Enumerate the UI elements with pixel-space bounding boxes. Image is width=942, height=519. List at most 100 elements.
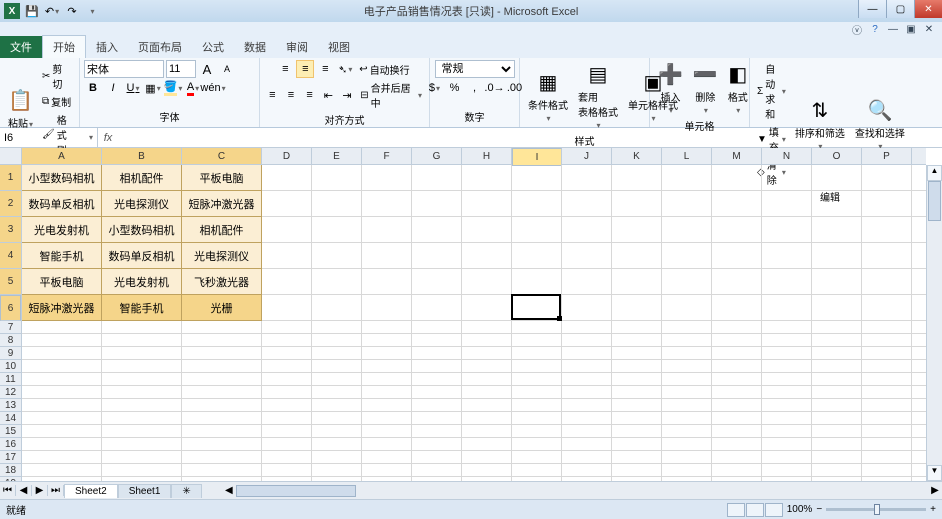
cell-A18[interactable] xyxy=(22,464,102,476)
cell-F5[interactable] xyxy=(362,269,412,294)
find-select-button[interactable]: 🔍查找和选择 xyxy=(851,96,909,153)
cell-C15[interactable] xyxy=(182,425,262,437)
cell-L5[interactable] xyxy=(662,269,712,294)
cell-I1[interactable] xyxy=(512,165,562,190)
cell-D3[interactable] xyxy=(262,217,312,242)
zoom-thumb[interactable] xyxy=(874,504,880,515)
cell-G2[interactable] xyxy=(412,191,462,216)
save-icon[interactable]: 💾 xyxy=(24,3,40,19)
cell-P11[interactable] xyxy=(862,373,912,385)
cell-E4[interactable] xyxy=(312,243,362,268)
cell-A12[interactable] xyxy=(22,386,102,398)
tab-file[interactable]: 文件 xyxy=(0,36,42,58)
cell-G4[interactable] xyxy=(412,243,462,268)
italic-button[interactable]: I xyxy=(104,79,122,97)
cell-E9[interactable] xyxy=(312,347,362,359)
cell-N9[interactable] xyxy=(762,347,812,359)
cell-H5[interactable] xyxy=(462,269,512,294)
sheet-next-button[interactable]: ▶ xyxy=(32,485,48,496)
row-header-8[interactable]: 8 xyxy=(0,334,21,347)
cell-D12[interactable] xyxy=(262,386,312,398)
cell-L8[interactable] xyxy=(662,334,712,346)
cell-M8[interactable] xyxy=(712,334,762,346)
row-header-14[interactable]: 14 xyxy=(0,412,21,425)
cell-K5[interactable] xyxy=(612,269,662,294)
cell-M16[interactable] xyxy=(712,438,762,450)
cell-A7[interactable] xyxy=(22,321,102,333)
cell-M12[interactable] xyxy=(712,386,762,398)
cell-C12[interactable] xyxy=(182,386,262,398)
cell-I10[interactable] xyxy=(512,360,562,372)
cell-N17[interactable] xyxy=(762,451,812,463)
underline-button[interactable]: U xyxy=(124,79,142,97)
cell-J2[interactable] xyxy=(562,191,612,216)
merge-button[interactable]: ⊟合并后居中 xyxy=(357,79,425,111)
cell-J18[interactable] xyxy=(562,464,612,476)
cell-O7[interactable] xyxy=(812,321,862,333)
cut-button[interactable]: ✂剪切 xyxy=(39,60,75,92)
cell-F7[interactable] xyxy=(362,321,412,333)
align-middle-button[interactable]: ≡ xyxy=(296,60,314,78)
cell-B10[interactable] xyxy=(102,360,182,372)
cell-C7[interactable] xyxy=(182,321,262,333)
grow-font-button[interactable]: A xyxy=(198,60,216,78)
cell-F13[interactable] xyxy=(362,399,412,411)
cell-N15[interactable] xyxy=(762,425,812,437)
cell-D16[interactable] xyxy=(262,438,312,450)
cell-L17[interactable] xyxy=(662,451,712,463)
cell-J16[interactable] xyxy=(562,438,612,450)
cell-F12[interactable] xyxy=(362,386,412,398)
cell-H16[interactable] xyxy=(462,438,512,450)
cell-B7[interactable] xyxy=(102,321,182,333)
cell-E17[interactable] xyxy=(312,451,362,463)
col-header-I[interactable]: I xyxy=(512,148,562,166)
cell-B4[interactable]: 数码单反相机 xyxy=(102,243,182,269)
cell-O1[interactable] xyxy=(812,165,862,190)
align-center-button[interactable]: ≡ xyxy=(283,86,300,104)
sheet-tab-Sheet1[interactable]: Sheet1 xyxy=(118,484,172,498)
cell-A2[interactable]: 数码单反相机 xyxy=(22,191,102,217)
cell-A11[interactable] xyxy=(22,373,102,385)
cell-A10[interactable] xyxy=(22,360,102,372)
cell-C1[interactable]: 平板电脑 xyxy=(182,165,262,191)
cell-H17[interactable] xyxy=(462,451,512,463)
format-cells-button[interactable]: ◧格式 xyxy=(724,60,752,117)
cell-E3[interactable] xyxy=(312,217,362,242)
format-as-table-button[interactable]: ▤套用 表格格式 xyxy=(574,60,622,132)
cells-area[interactable]: 小型数码相机相机配件平板电脑数码单反相机光电探测仪短脉冲激光器光电发射机小型数码… xyxy=(22,165,926,481)
cell-B9[interactable] xyxy=(102,347,182,359)
cell-P3[interactable] xyxy=(862,217,912,242)
align-right-button[interactable]: ≡ xyxy=(301,86,318,104)
cell-G11[interactable] xyxy=(412,373,462,385)
cell-H3[interactable] xyxy=(462,217,512,242)
cell-H19[interactable] xyxy=(462,477,512,481)
cell-G13[interactable] xyxy=(412,399,462,411)
cell-E16[interactable] xyxy=(312,438,362,450)
cell-P13[interactable] xyxy=(862,399,912,411)
cell-P7[interactable] xyxy=(862,321,912,333)
doc-close-icon[interactable]: ✕ xyxy=(920,24,938,35)
cell-A17[interactable] xyxy=(22,451,102,463)
cell-N3[interactable] xyxy=(762,217,812,242)
cell-E18[interactable] xyxy=(312,464,362,476)
cell-D1[interactable] xyxy=(262,165,312,190)
cell-A9[interactable] xyxy=(22,347,102,359)
cell-J3[interactable] xyxy=(562,217,612,242)
cell-C5[interactable]: 飞秒激光器 xyxy=(182,269,262,295)
new-sheet-button[interactable]: ✳ xyxy=(171,484,201,498)
cell-B6[interactable]: 智能手机 xyxy=(102,295,182,321)
cell-N19[interactable] xyxy=(762,477,812,481)
redo-icon[interactable]: ↷ xyxy=(64,3,80,19)
cell-P19[interactable] xyxy=(862,477,912,481)
cell-K18[interactable] xyxy=(612,464,662,476)
row-header-2[interactable]: 2 xyxy=(0,191,21,217)
cell-O9[interactable] xyxy=(812,347,862,359)
border-button[interactable]: ▦ xyxy=(144,79,162,97)
cell-D15[interactable] xyxy=(262,425,312,437)
cell-E15[interactable] xyxy=(312,425,362,437)
cell-K16[interactable] xyxy=(612,438,662,450)
cell-D14[interactable] xyxy=(262,412,312,424)
col-header-F[interactable]: F xyxy=(362,148,412,164)
cell-A13[interactable] xyxy=(22,399,102,411)
cell-G5[interactable] xyxy=(412,269,462,294)
